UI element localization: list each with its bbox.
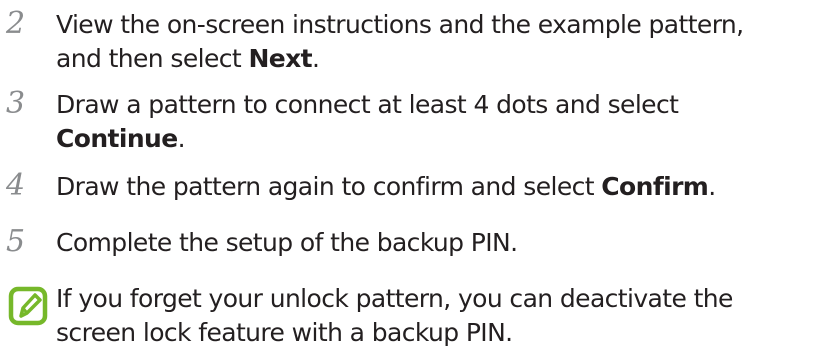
step-line: and then select Next. [56, 42, 816, 76]
step-4: 4 Draw the pattern again to confirm and … [0, 166, 824, 206]
step-5: 5 Complete the setup of the backup PIN. [0, 222, 824, 262]
step-text: Draw a pattern to connect at least 4 dot… [56, 88, 816, 156]
step-text-suffix: . [312, 44, 320, 73]
step-3: 3 Draw a pattern to connect at least 4 d… [0, 84, 824, 160]
step-text-suffix: . [177, 124, 186, 153]
step-2: 2 View the on-screen instructions and th… [0, 4, 824, 80]
note-text: If you forget your unlock pattern, you c… [56, 282, 820, 350]
step-number: 5 [6, 224, 26, 259]
step-number: 2 [6, 6, 26, 41]
step-text: Complete the setup of the backup PIN. [56, 228, 518, 257]
step-text: Draw the pattern again to confirm and se… [56, 170, 816, 204]
step-line: View the on-screen instructions and the … [56, 10, 744, 39]
note-pencil-icon [8, 286, 48, 326]
step-number: 4 [6, 168, 26, 203]
next-label: Next [248, 44, 312, 73]
step-text-suffix: . [708, 172, 716, 201]
step-number: 3 [6, 86, 26, 121]
step-text-prefix: Draw the pattern again to confirm and se… [56, 172, 602, 201]
step-line: Draw a pattern to connect at least 4 dot… [56, 90, 679, 119]
step-text: View the on-screen instructions and the … [56, 8, 816, 76]
manual-page: 2 View the on-screen instructions and th… [0, 0, 824, 360]
step-line: Continue. [56, 122, 816, 156]
confirm-label: Confirm [601, 172, 709, 201]
step-text-prefix: and then select [56, 44, 249, 73]
note-line: If you forget your unlock pattern, you c… [56, 284, 733, 313]
note-line: screen lock feature with a backup PIN. [56, 318, 513, 347]
continue-label: Continue [56, 124, 178, 153]
note-box: If you forget your unlock pattern, you c… [0, 278, 824, 358]
